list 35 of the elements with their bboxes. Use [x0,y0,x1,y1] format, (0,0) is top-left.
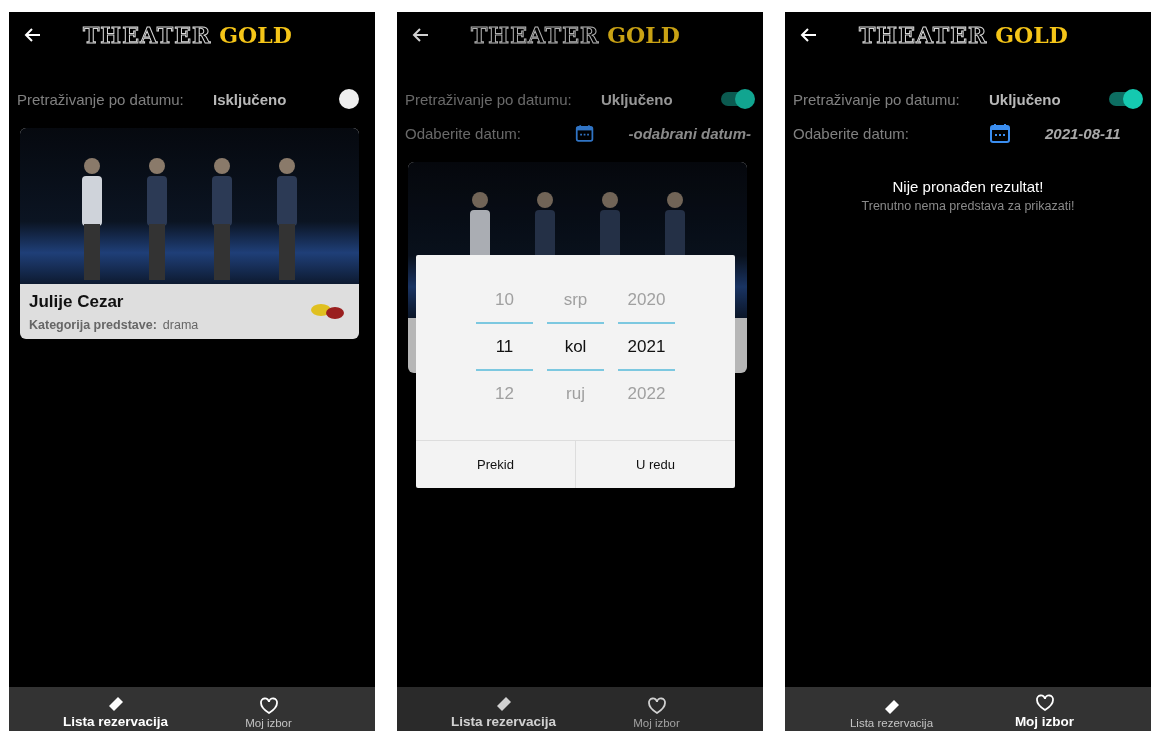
selected-date: -odabrani datum- [628,124,751,142]
nav-tab[interactable]: Lista rezervacija [50,687,181,731]
empty-subtitle: Trenutno nema predstava za prikazati! [861,199,1075,213]
dialog-button[interactable]: Prekid [416,441,575,488]
app-logo: THEATER GOLD [859,22,1068,48]
toggle-status: Uključeno [989,90,1062,108]
selected-date: 2021-08-11 [1045,124,1121,142]
calendar-icon[interactable] [989,122,1011,144]
picker-value[interactable]: 11 [476,322,533,371]
nav-tab[interactable]: Moj izbor [979,687,1110,731]
show-title: Julije Cezar [29,291,125,312]
date-label: Odaberite datum: [793,124,910,142]
heart-icon [258,697,279,715]
heart-icon [1034,694,1055,712]
picker-value[interactable]: 2021 [618,322,675,371]
toggle-status: Isključeno [213,90,288,108]
nav-tab[interactable]: Lista rezervacija [826,687,957,731]
show-card[interactable]: Julije Cezar Kategorija predstave: drama [20,128,359,339]
heart-icon [646,697,667,715]
date-label: Odaberite datum: [405,124,522,142]
nav-tab[interactable]: Moj izbor [203,687,334,731]
picker-value[interactable]: kol [547,322,604,371]
setting-label: Pretraživanje po datumu: [405,90,573,108]
empty-title: Nije pronađen rezultat! [892,178,1044,195]
category-value: drama [162,317,199,332]
calendar-icon[interactable] [575,122,595,144]
setting-label: Pretraživanje po datumu: [17,90,185,108]
category-label: Kategorija predstave: [29,317,157,332]
toggle-status: Uključeno [601,90,674,108]
app-logo: THEATER GOLD [83,22,292,48]
app-logo: THEATER GOLD [471,22,680,48]
dialog-button[interactable]: U redu [575,441,735,488]
nav-tab[interactable]: Lista rezervacija [438,687,569,731]
nav-tab[interactable]: Moj izbor [591,687,722,731]
setting-label: Pretraživanje po datumu: [793,90,961,108]
